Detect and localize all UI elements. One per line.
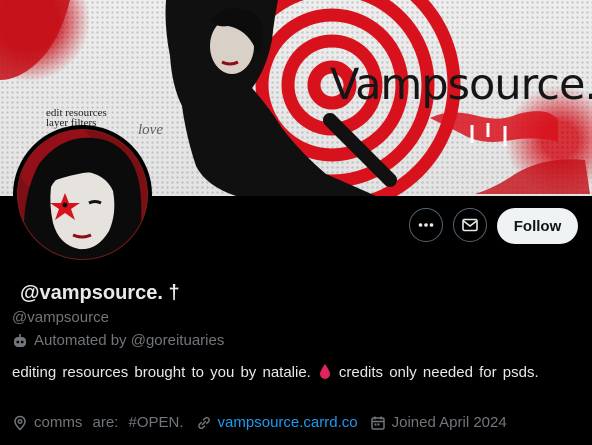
- banner-brand-text: Vampsource.: [330, 60, 592, 110]
- more-icon: [418, 223, 434, 227]
- bio-text-start: editing resources brought to you by nata…: [12, 364, 311, 381]
- banner-love-text: love: [138, 122, 163, 138]
- message-button[interactable]: [453, 208, 487, 242]
- envelope-icon: [462, 218, 478, 232]
- location-pin-icon: [14, 415, 26, 431]
- bot-icon: [14, 333, 26, 347]
- display-name: @vampsource. †: [20, 282, 180, 304]
- profile-meta: comms are: #OPEN. vampsource.carrd.co Jo…: [12, 414, 519, 431]
- website-item[interactable]: vampsource.carrd.co: [196, 414, 358, 431]
- joined-item: Joined April 2024: [370, 414, 507, 431]
- more-button[interactable]: [409, 208, 443, 242]
- link-icon: [197, 416, 210, 429]
- avatar-ring: [17, 129, 148, 260]
- profile-handle: @vampsource: [12, 309, 109, 326]
- bio-text-end: credits only needed for psds.: [338, 364, 539, 381]
- avatar[interactable]: [13, 125, 152, 264]
- profile-bio: editing resources brought to you by nata…: [12, 363, 569, 385]
- follow-button[interactable]: Follow: [497, 208, 578, 244]
- calendar-icon: [370, 416, 385, 430]
- automated-text: Automated by @goreituaries: [34, 332, 225, 349]
- joined-text: Joined April 2024: [391, 414, 507, 431]
- blood-drop-icon: [319, 363, 331, 385]
- website-link[interactable]: vampsource.carrd.co: [218, 414, 358, 431]
- automated-label[interactable]: Automated by @goreituaries: [12, 332, 224, 349]
- location-text: comms are: #OPEN.: [34, 414, 184, 431]
- location-item: comms are: #OPEN.: [12, 414, 184, 431]
